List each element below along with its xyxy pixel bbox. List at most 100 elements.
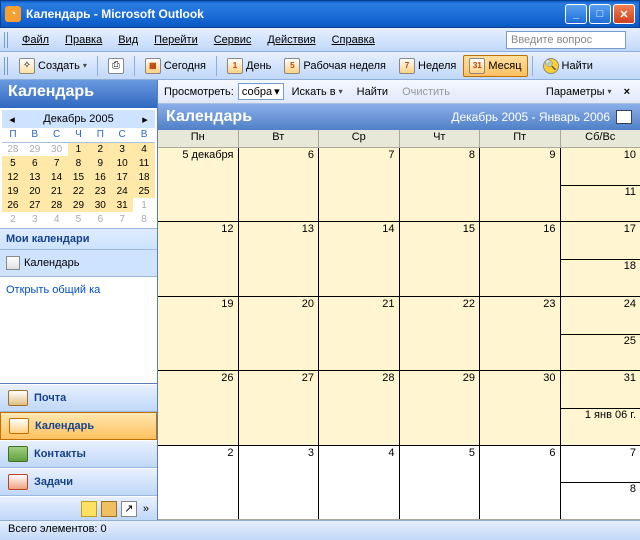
minical-day[interactable]: 3 (111, 142, 133, 156)
workweek-button[interactable]: 5Рабочая неделя (278, 55, 392, 77)
nav-calendar[interactable]: Календарь (0, 412, 157, 440)
nav-mail[interactable]: Почта (0, 384, 157, 412)
week-button[interactable]: 7Неделя (393, 55, 462, 77)
minical-day[interactable]: 30 (89, 198, 111, 212)
minical-day[interactable]: 12 (2, 170, 24, 184)
calendar-item[interactable]: Календарь (6, 254, 151, 272)
day-cell[interactable]: 5 (400, 446, 481, 519)
day-cell[interactable]: 13 (239, 222, 320, 295)
configure-buttons[interactable]: » (141, 503, 151, 515)
day-cell[interactable]: 29 (400, 371, 481, 444)
day-button[interactable]: 1День (221, 55, 277, 77)
minical-day[interactable]: 20 (24, 184, 46, 198)
minical-day[interactable]: 28 (46, 198, 68, 212)
params-button[interactable]: Параметры ▾ (540, 81, 618, 103)
day-cell[interactable]: 30 (480, 371, 561, 444)
minical-day[interactable]: 10 (111, 156, 133, 170)
day-cell[interactable]: 78 (561, 446, 640, 519)
day-cell[interactable]: 19 (158, 297, 239, 370)
maximize-button[interactable]: □ (589, 4, 611, 24)
minical-day[interactable]: 23 (89, 184, 111, 198)
menu-view[interactable]: Вид (110, 31, 146, 49)
minical-day[interactable]: 1 (68, 142, 90, 156)
minical-day[interactable]: 6 (24, 156, 46, 170)
minical-day[interactable]: 2 (89, 142, 111, 156)
filter-close-button[interactable]: × (620, 86, 634, 98)
folder-icon[interactable] (101, 501, 117, 517)
day-cell[interactable]: 2 (158, 446, 239, 519)
minical-day[interactable]: 4 (133, 142, 155, 156)
calendar-picker-icon[interactable] (616, 110, 632, 124)
minical-day[interactable]: 6 (89, 212, 111, 226)
day-cell[interactable]: 4 (319, 446, 400, 519)
day-cell[interactable]: 2425 (561, 297, 640, 370)
prev-month-button[interactable]: ◂ (6, 113, 18, 126)
minical-day[interactable]: 11 (133, 156, 155, 170)
minical-grid[interactable]: ПВСЧПСВ282930123456789101112131415161718… (2, 128, 155, 226)
minical-day[interactable]: 7 (46, 156, 68, 170)
day-cell[interactable]: 8 (400, 148, 481, 221)
day-cell[interactable]: 26 (158, 371, 239, 444)
minical-day[interactable]: 29 (24, 142, 46, 156)
view-select[interactable]: собра▾ (238, 83, 284, 100)
minimize-button[interactable]: _ (565, 4, 587, 24)
my-calendars-header[interactable]: Мои календари (0, 228, 157, 249)
day-cell[interactable]: 28 (319, 371, 400, 444)
day-cell[interactable]: 9 (480, 148, 561, 221)
search-in-button[interactable]: Искать в ▾ (286, 81, 349, 103)
day-cell[interactable]: 6 (239, 148, 320, 221)
nav-contacts[interactable]: Контакты (0, 440, 157, 468)
open-shared-link[interactable]: Открыть общий ка (6, 281, 151, 299)
minical-day[interactable]: 7 (111, 212, 133, 226)
day-cell[interactable]: 21 (319, 297, 400, 370)
day-cell[interactable]: 1718 (561, 222, 640, 295)
day-cell[interactable]: 1011 (561, 148, 640, 221)
day-cell[interactable]: 14 (319, 222, 400, 295)
minical-day[interactable]: 26 (2, 198, 24, 212)
menu-tools[interactable]: Сервис (206, 31, 260, 49)
minical-day[interactable]: 1 (133, 198, 155, 212)
day-cell[interactable]: 311 янв 06 г. (561, 371, 640, 444)
minical-day[interactable]: 18 (133, 170, 155, 184)
help-search-input[interactable] (506, 31, 626, 49)
minical-day[interactable]: 13 (24, 170, 46, 184)
month-button[interactable]: 31Месяц (463, 55, 527, 77)
minical-day[interactable]: 29 (68, 198, 90, 212)
day-cell[interactable]: 22 (400, 297, 481, 370)
minical-day[interactable]: 2 (2, 212, 24, 226)
close-button[interactable]: ✕ (613, 4, 635, 24)
next-month-button[interactable]: ▸ (139, 113, 151, 126)
minical-day[interactable]: 22 (68, 184, 90, 198)
minical-day[interactable]: 30 (46, 142, 68, 156)
shortcuts-icon[interactable]: ↗ (121, 501, 137, 517)
minical-day[interactable]: 5 (68, 212, 90, 226)
day-cell[interactable]: 7 (319, 148, 400, 221)
today-button[interactable]: ▦Сегодня (139, 55, 212, 77)
minical-day[interactable]: 8 (68, 156, 90, 170)
minical-day[interactable]: 27 (24, 198, 46, 212)
minical-day[interactable]: 21 (46, 184, 68, 198)
menu-edit[interactable]: Правка (57, 31, 110, 49)
minical-day[interactable]: 5 (2, 156, 24, 170)
day-cell[interactable]: 5 декабря (158, 148, 239, 221)
minical-day[interactable]: 14 (46, 170, 68, 184)
nav-tasks[interactable]: Задачи (0, 468, 157, 496)
menu-help[interactable]: Справка (324, 31, 383, 49)
minical-day[interactable]: 16 (89, 170, 111, 184)
minical-day[interactable]: 3 (24, 212, 46, 226)
filter-find-button[interactable]: Найти (351, 81, 394, 103)
minical-day[interactable]: 8 (133, 212, 155, 226)
day-cell[interactable]: 20 (239, 297, 320, 370)
minical-day[interactable]: 9 (89, 156, 111, 170)
menu-go[interactable]: Перейти (146, 31, 206, 49)
menu-file[interactable]: Файл (14, 31, 57, 49)
find-button[interactable]: 🔍Найти (537, 55, 599, 77)
menu-actions[interactable]: Действия (259, 31, 323, 49)
minical-day[interactable]: 19 (2, 184, 24, 198)
minical-day[interactable]: 25 (133, 184, 155, 198)
minical-day[interactable]: 31 (111, 198, 133, 212)
day-cell[interactable]: 23 (480, 297, 561, 370)
day-cell[interactable]: 3 (239, 446, 320, 519)
print-button[interactable]: ⎙ (102, 55, 130, 77)
day-cell[interactable]: 16 (480, 222, 561, 295)
